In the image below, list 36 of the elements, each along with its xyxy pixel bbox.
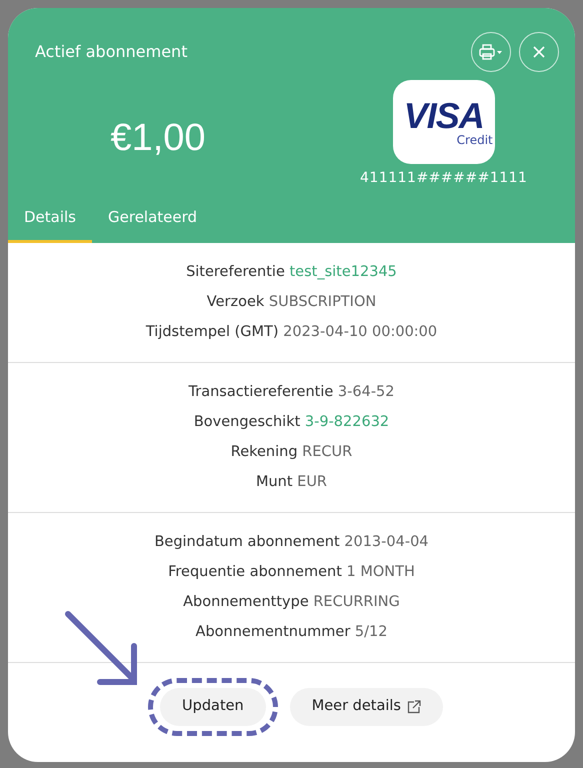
field-label: Verzoek — [206, 294, 264, 310]
card-type: Credit — [456, 134, 493, 146]
tab[interactable]: Details — [8, 206, 92, 243]
field-label: Transactiereferentie — [188, 384, 334, 400]
field-link[interactable]: test_site12345 — [290, 264, 397, 280]
field-value: 3-64-52 — [338, 384, 394, 400]
field-value: 2013-04-04 — [344, 534, 429, 550]
print-button[interactable] — [471, 32, 511, 72]
field-value: RECUR — [302, 444, 352, 460]
external-link-icon — [406, 700, 421, 714]
action-button[interactable]: Updaten — [160, 688, 266, 726]
close-button[interactable] — [519, 32, 559, 72]
field-label: Munt — [256, 474, 293, 490]
field-link[interactable]: 3-9-822632 — [304, 414, 390, 430]
card-number: 411111######1111 — [360, 169, 528, 188]
field-value: RECURRING — [313, 594, 400, 610]
field-label: Bovengeschikt — [194, 414, 300, 430]
field-label: Rekening — [230, 444, 298, 460]
field-label: Frequentie abonnement — [168, 564, 342, 580]
field-value: EUR — [297, 474, 328, 490]
field-value: SUBSCRIPTION — [268, 294, 376, 310]
field-label: Abonnementtype — [183, 594, 309, 610]
card-brand: VISA — [404, 98, 484, 134]
field-label: Sitereferentie — [186, 264, 285, 280]
field-label: Abonnementnummer — [196, 624, 350, 640]
field-label: Begindatum abonnement — [154, 534, 340, 550]
dialog-title: Actief abonnement — [35, 41, 188, 63]
action-button[interactable]: Meer details — [290, 688, 443, 726]
tab[interactable]: Gerelateerd — [92, 206, 214, 243]
field-value: 1 MONTH — [346, 564, 415, 580]
printer-icon — [479, 44, 503, 60]
field-value: 5/12 — [354, 624, 388, 640]
amount: €1,00 — [110, 117, 206, 159]
field-label: Tijdstempel (GMT) — [146, 324, 279, 340]
close-icon — [533, 46, 545, 58]
field-value: 2023-04-10 00:00:00 — [283, 324, 438, 340]
